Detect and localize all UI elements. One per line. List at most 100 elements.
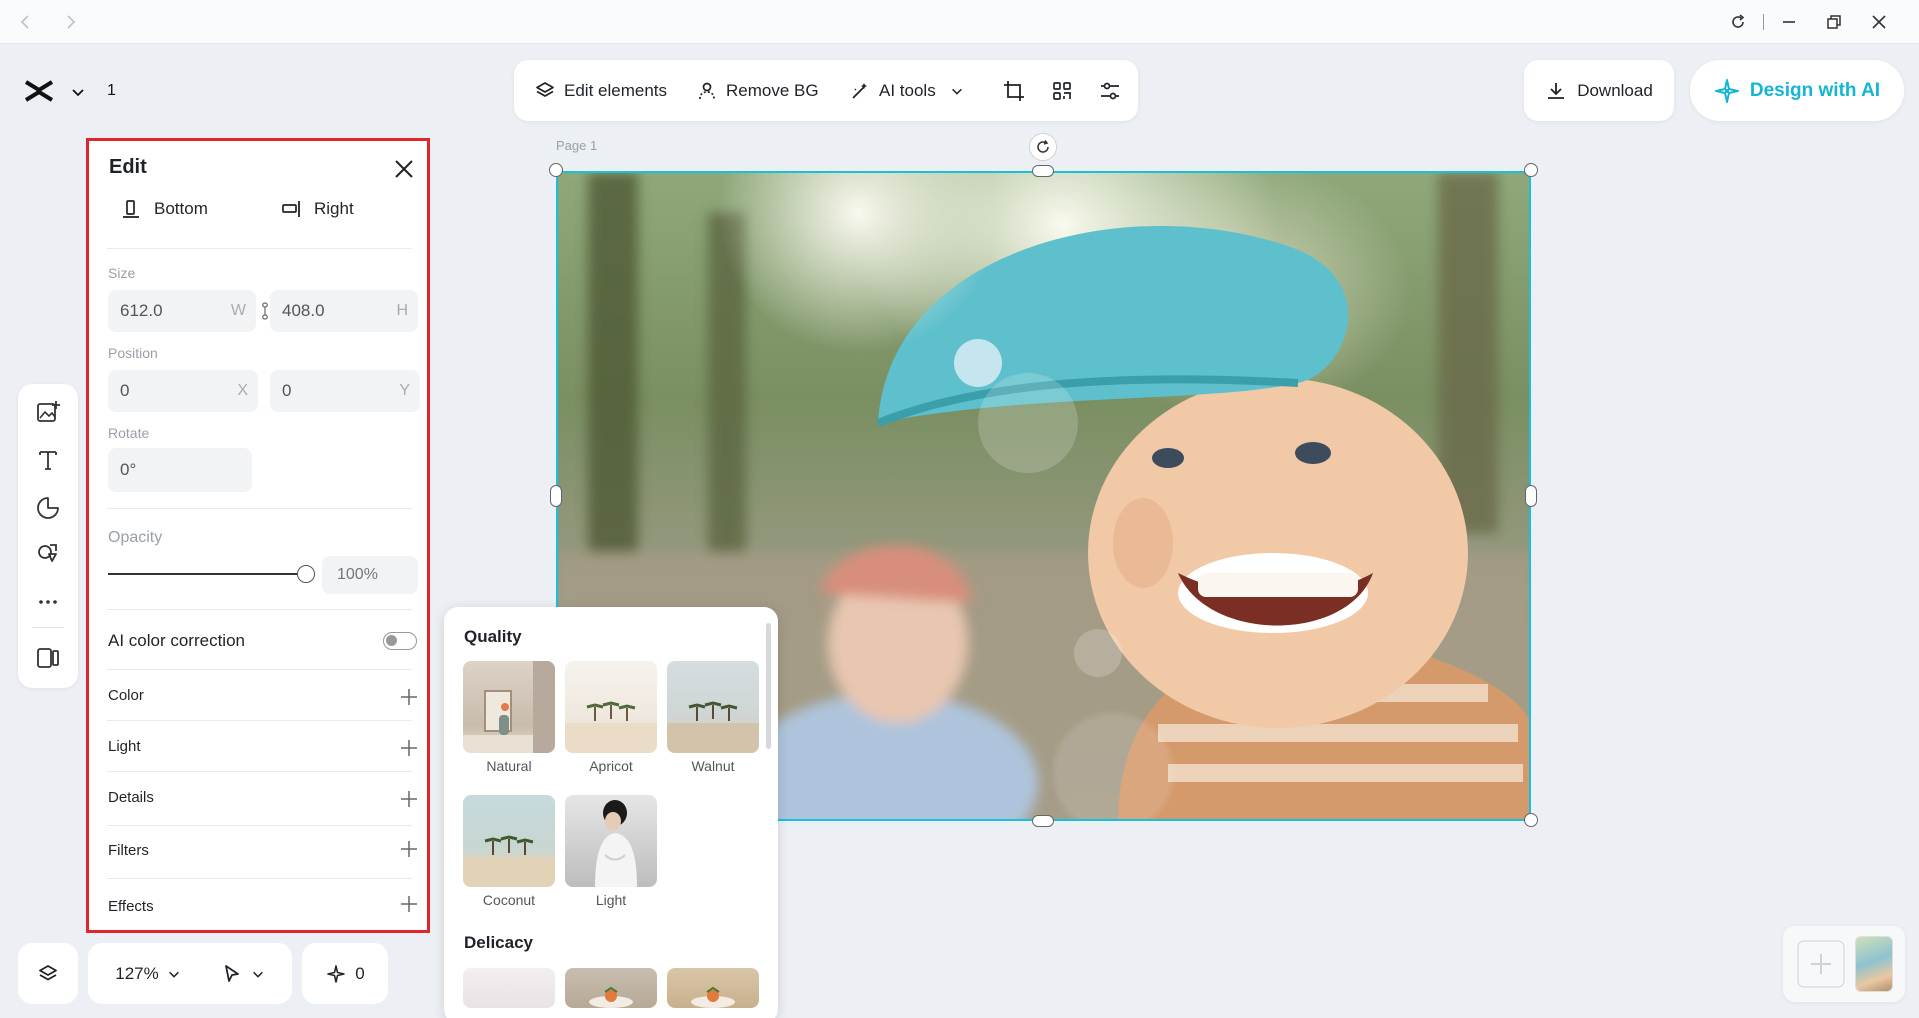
still-life-illustration bbox=[463, 661, 555, 753]
plus-icon[interactable] bbox=[400, 688, 418, 706]
rotate-icon bbox=[1037, 140, 1049, 153]
filter-coconut-thumbnail[interactable] bbox=[463, 795, 555, 887]
align-right-button[interactable]: Right bbox=[280, 198, 354, 220]
adjust-sliders-icon[interactable] bbox=[1098, 79, 1122, 103]
zoom-and-cursor-controls: 127% bbox=[88, 943, 292, 1004]
opacity-input[interactable]: 100% bbox=[322, 556, 418, 594]
opacity-slider-track[interactable] bbox=[108, 573, 306, 575]
crop-icon[interactable] bbox=[1002, 79, 1026, 103]
divider bbox=[107, 720, 412, 721]
section-effects[interactable]: Effects bbox=[108, 898, 154, 915]
page-thumbnails bbox=[1783, 926, 1905, 1002]
y-suffix: Y bbox=[399, 382, 410, 399]
remove-bg-button[interactable]: Remove BG bbox=[696, 78, 819, 104]
size-label: Size bbox=[108, 265, 136, 281]
filter-apricot-thumbnail[interactable] bbox=[565, 661, 657, 753]
download-label: Download bbox=[1577, 80, 1653, 100]
x-suffix: X bbox=[237, 382, 248, 399]
divider bbox=[107, 609, 412, 610]
add-image-icon[interactable] bbox=[34, 398, 62, 426]
align-right-icon bbox=[282, 201, 300, 217]
resize-panel-icon[interactable] bbox=[34, 644, 62, 672]
page-1-thumbnail[interactable] bbox=[1855, 936, 1893, 992]
download-button[interactable]: Download bbox=[1524, 60, 1674, 121]
section-filters[interactable]: Filters bbox=[108, 842, 149, 859]
opacity-slider-handle[interactable] bbox=[297, 565, 315, 583]
close-icon[interactable] bbox=[392, 157, 416, 181]
resize-handle-bottom[interactable] bbox=[1032, 815, 1054, 827]
opacity-label: Opacity bbox=[108, 529, 163, 546]
portrait-illustration bbox=[595, 800, 637, 887]
edit-elements-button[interactable]: Edit elements bbox=[534, 78, 667, 104]
minimize-icon[interactable] bbox=[1779, 12, 1799, 32]
section-details[interactable]: Details bbox=[108, 789, 154, 806]
chevron-down-icon[interactable] bbox=[70, 84, 86, 100]
ai-credits-button[interactable]: 0 bbox=[302, 943, 388, 1004]
restore-icon[interactable] bbox=[1824, 12, 1844, 32]
plus-icon[interactable] bbox=[400, 895, 418, 913]
section-light[interactable]: Light bbox=[108, 738, 141, 755]
resize-handle-top-right[interactable] bbox=[1524, 163, 1538, 177]
page-count: 1 bbox=[107, 82, 116, 99]
filter-natural-thumbnail[interactable] bbox=[463, 661, 555, 753]
height-input[interactable]: 408.0 H bbox=[270, 290, 418, 332]
plus-icon[interactable] bbox=[400, 840, 418, 858]
more-icon[interactable] bbox=[34, 588, 62, 616]
sticker-icon[interactable] bbox=[34, 494, 62, 522]
section-color[interactable]: Color bbox=[108, 687, 144, 704]
filter-coconut-label: Coconut bbox=[482, 892, 536, 908]
text-icon[interactable] bbox=[34, 446, 62, 474]
forward-icon[interactable] bbox=[60, 12, 80, 32]
resize-handle-bottom-right[interactable] bbox=[1524, 813, 1538, 827]
palm-trees-illustration bbox=[565, 701, 657, 753]
refresh-icon[interactable] bbox=[1728, 12, 1748, 32]
filter-thumbnail[interactable] bbox=[463, 968, 555, 1008]
height-value: 408.0 bbox=[282, 301, 325, 320]
ai-tools-button[interactable]: AI tools bbox=[849, 78, 964, 104]
shapes-icon[interactable] bbox=[34, 540, 62, 568]
design-with-ai-label: Design with AI bbox=[1749, 79, 1881, 101]
chevron-down-icon[interactable] bbox=[251, 967, 265, 981]
opacity-value: 100% bbox=[337, 566, 378, 583]
align-bottom-label: Bottom bbox=[154, 199, 208, 218]
close-icon[interactable] bbox=[1869, 12, 1889, 32]
edit-panel: Edit Bottom Right Size 612.0 W 408.0 H P… bbox=[86, 138, 430, 933]
layers-icon bbox=[39, 964, 57, 980]
app-logo-icon[interactable] bbox=[24, 78, 54, 104]
plus-icon[interactable] bbox=[400, 739, 418, 757]
rotate-input[interactable]: 0° bbox=[108, 448, 252, 492]
filter-thumbnail[interactable] bbox=[565, 968, 657, 1008]
filter-walnut-thumbnail[interactable] bbox=[667, 661, 759, 753]
ai-color-correction-toggle[interactable] bbox=[383, 632, 417, 650]
layers-button[interactable] bbox=[18, 943, 78, 1004]
position-label: Position bbox=[108, 345, 158, 361]
scan-icon[interactable] bbox=[1050, 79, 1074, 103]
width-value: 612.0 bbox=[120, 301, 163, 320]
rotate-handle[interactable] bbox=[1029, 133, 1057, 161]
chevron-down-icon[interactable] bbox=[167, 967, 181, 981]
add-page-icon[interactable] bbox=[1797, 940, 1845, 988]
filter-thumbnail[interactable] bbox=[667, 968, 759, 1008]
back-icon[interactable] bbox=[16, 12, 36, 32]
plus-icon[interactable] bbox=[400, 790, 418, 808]
align-right-label: Right bbox=[314, 199, 354, 218]
filter-natural-label: Natural bbox=[486, 758, 532, 774]
filter-light-thumbnail[interactable] bbox=[565, 795, 657, 887]
position-y-input[interactable]: 0 Y bbox=[270, 370, 420, 412]
lock-ratio-icon[interactable] bbox=[260, 301, 270, 321]
left-toolbar bbox=[18, 384, 78, 688]
zoom-level[interactable]: 127% bbox=[115, 964, 158, 984]
popup-scrollbar[interactable] bbox=[766, 623, 771, 749]
align-bottom-button[interactable]: Bottom bbox=[120, 198, 208, 220]
position-x-input[interactable]: 0 X bbox=[108, 370, 258, 412]
resize-handle-right[interactable] bbox=[1525, 485, 1537, 507]
width-input[interactable]: 612.0 W bbox=[108, 290, 256, 332]
design-with-ai-button[interactable]: Design with AI bbox=[1690, 60, 1904, 121]
divider bbox=[107, 248, 412, 249]
resize-handle-top[interactable] bbox=[1032, 165, 1054, 177]
divider bbox=[107, 878, 412, 879]
divider bbox=[107, 825, 412, 826]
resize-handle-left[interactable] bbox=[550, 485, 562, 507]
cursor-icon[interactable] bbox=[221, 963, 243, 985]
resize-handle-top-left[interactable] bbox=[549, 163, 563, 177]
